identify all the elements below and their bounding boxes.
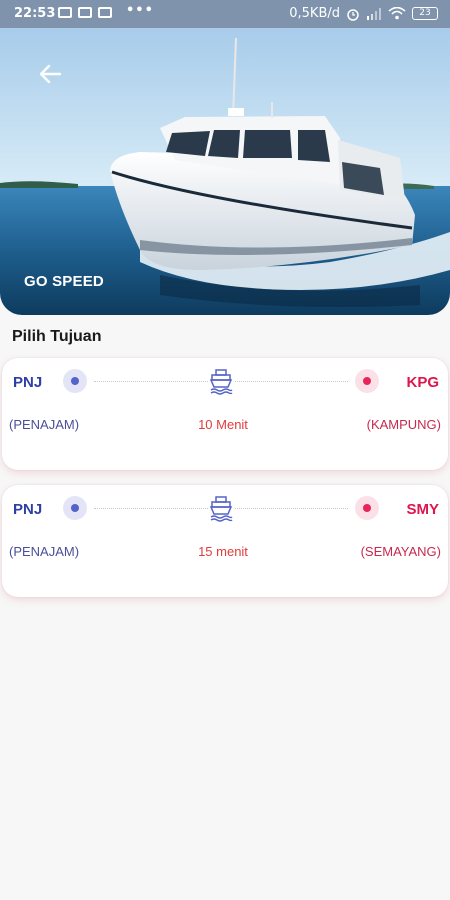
section-title: Pilih Tujuan	[12, 328, 102, 345]
origin-code: PNJ	[13, 501, 43, 518]
hero-title: GO SPEED	[24, 273, 104, 290]
game-icon	[98, 7, 112, 18]
speedboat-photo	[0, 0, 450, 315]
arrow-left-icon	[39, 64, 62, 84]
duration-text: 10 Menit	[198, 417, 248, 432]
origin-code: PNJ	[13, 374, 43, 391]
route-card[interactable]: PNJ KPG (PENAJAM) 10 Menit (KAMPUNG)	[2, 358, 448, 470]
battery-icon: 23	[412, 7, 438, 20]
game-icon	[78, 7, 92, 18]
origin-dot-icon	[63, 369, 87, 393]
message-icon	[58, 7, 72, 18]
ship-icon	[208, 494, 234, 522]
alarm-icon	[347, 8, 359, 21]
status-right: 0,5KB/d 23	[289, 6, 438, 21]
destination-dot-icon	[355, 369, 379, 393]
origin-dot-icon	[63, 496, 87, 520]
back-button[interactable]	[30, 58, 70, 92]
duration-text: 15 menit	[198, 544, 248, 559]
destination-code: SMY	[406, 501, 439, 518]
route-card[interactable]: PNJ SMY (PENAJAM) 15 menit (SEMAYANG)	[2, 485, 448, 597]
destination-dot-icon	[355, 496, 379, 520]
status-bar: 22:53 ••• 0,5KB/d 23	[0, 0, 450, 28]
status-time: 22:53	[14, 6, 56, 21]
destination-name: (SEMAYANG)	[360, 544, 441, 559]
more-notifications-icon: •••	[126, 3, 154, 18]
hero-image: GO SPEED	[0, 0, 450, 315]
ship-icon	[208, 367, 234, 395]
notification-icons	[58, 7, 112, 18]
destination-name: (KAMPUNG)	[366, 417, 441, 432]
destination-code: KPG	[406, 374, 439, 391]
signal-icon	[367, 7, 381, 20]
network-speed: 0,5KB/d	[289, 6, 340, 21]
wifi-icon	[388, 7, 406, 20]
